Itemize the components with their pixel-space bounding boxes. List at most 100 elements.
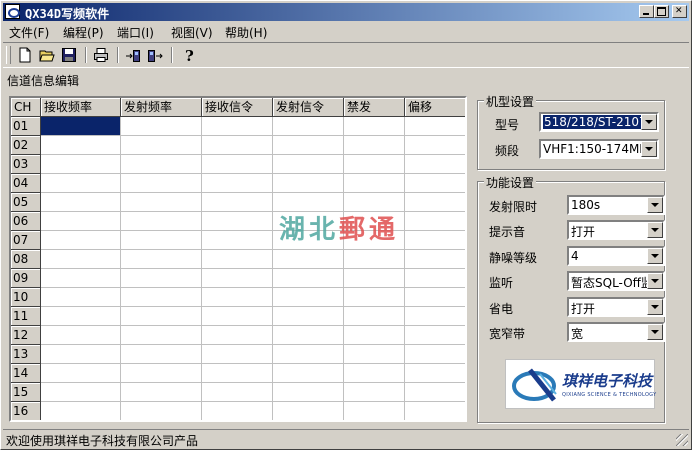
grid-cell[interactable] xyxy=(41,155,121,174)
grid-cell[interactable] xyxy=(202,269,273,288)
function-field-select[interactable]: 打开 xyxy=(567,297,665,317)
grid-cell[interactable] xyxy=(41,288,121,307)
row-header[interactable]: 09 xyxy=(11,269,41,288)
row-header[interactable]: 16 xyxy=(11,402,41,420)
grid-cell[interactable] xyxy=(344,269,405,288)
chevron-down-icon[interactable] xyxy=(647,248,663,264)
grid-cell[interactable] xyxy=(202,326,273,345)
close-button[interactable] xyxy=(672,5,687,18)
grid-cell[interactable] xyxy=(121,402,202,420)
menu-program[interactable]: 编程(P) xyxy=(63,24,104,41)
grid-cell[interactable] xyxy=(202,193,273,212)
row-header[interactable]: 06 xyxy=(11,212,41,231)
grid-cell[interactable] xyxy=(121,193,202,212)
grid-cell[interactable] xyxy=(41,364,121,383)
new-file-icon[interactable] xyxy=(15,46,35,65)
grid-cell[interactable] xyxy=(344,155,405,174)
grid-cell[interactable] xyxy=(41,212,121,231)
grid-cell[interactable] xyxy=(273,117,344,136)
grid-cell[interactable] xyxy=(202,345,273,364)
function-field-select[interactable]: 暂态SQL-Off监 xyxy=(567,271,665,291)
grid-cell[interactable] xyxy=(344,326,405,345)
grid-cell[interactable] xyxy=(405,402,465,420)
grid-cell[interactable] xyxy=(41,402,121,420)
function-field-select[interactable]: 180s xyxy=(567,195,665,215)
grid-cell[interactable] xyxy=(273,250,344,269)
grid-cell[interactable] xyxy=(405,345,465,364)
row-header[interactable]: 04 xyxy=(11,174,41,193)
column-header[interactable]: 发射频率 xyxy=(121,98,202,117)
row-header[interactable]: 08 xyxy=(11,250,41,269)
resize-grip[interactable] xyxy=(676,434,688,446)
function-field-select[interactable]: 4 xyxy=(567,246,665,266)
grid-cell[interactable] xyxy=(41,117,121,136)
grid-cell[interactable] xyxy=(41,345,121,364)
column-header[interactable]: 发射信令 xyxy=(273,98,344,117)
grid-cell[interactable] xyxy=(273,288,344,307)
grid-cell[interactable] xyxy=(121,174,202,193)
column-header[interactable]: 偏移 xyxy=(405,98,465,117)
grid-cell[interactable] xyxy=(344,307,405,326)
grid-cell[interactable] xyxy=(202,364,273,383)
menu-file[interactable]: 文件(F) xyxy=(9,24,49,41)
grid-cell[interactable] xyxy=(202,288,273,307)
grid-cell[interactable] xyxy=(273,307,344,326)
grid-cell[interactable] xyxy=(405,136,465,155)
grid-cell[interactable] xyxy=(273,269,344,288)
chevron-down-icon[interactable] xyxy=(647,273,663,289)
menu-port[interactable]: 端口(I) xyxy=(117,24,154,41)
row-header[interactable]: 10 xyxy=(11,288,41,307)
grid-cell[interactable] xyxy=(344,174,405,193)
grid-cell[interactable] xyxy=(202,136,273,155)
row-header[interactable]: 12 xyxy=(11,326,41,345)
row-header[interactable]: 01 xyxy=(11,117,41,136)
grid-cell[interactable] xyxy=(121,231,202,250)
grid-cell[interactable] xyxy=(405,288,465,307)
grid-cell[interactable] xyxy=(405,174,465,193)
help-icon[interactable]: ? xyxy=(179,46,199,65)
grid-cell[interactable] xyxy=(41,250,121,269)
chevron-down-icon[interactable] xyxy=(647,197,663,213)
grid-cell[interactable] xyxy=(405,269,465,288)
grid-cell[interactable] xyxy=(202,307,273,326)
grid-cell[interactable] xyxy=(273,364,344,383)
column-header[interactable]: 接收信令 xyxy=(202,98,273,117)
grid-cell[interactable] xyxy=(344,364,405,383)
grid-cell[interactable] xyxy=(202,155,273,174)
grid-cell[interactable] xyxy=(121,364,202,383)
grid-cell[interactable] xyxy=(121,345,202,364)
grid-cell[interactable] xyxy=(273,136,344,155)
menu-help[interactable]: 帮助(H) xyxy=(225,24,267,41)
grid-cell[interactable] xyxy=(273,326,344,345)
column-header[interactable]: 接收频率 xyxy=(41,98,121,117)
grid-cell[interactable] xyxy=(202,231,273,250)
grid-cell[interactable] xyxy=(344,288,405,307)
menu-view[interactable]: 视图(V) xyxy=(171,24,213,41)
maximize-button[interactable] xyxy=(654,5,669,18)
row-header[interactable]: 03 xyxy=(11,155,41,174)
grid-cell[interactable] xyxy=(41,307,121,326)
chevron-down-icon[interactable] xyxy=(647,222,663,238)
grid-cell[interactable] xyxy=(41,269,121,288)
read-radio-icon[interactable] xyxy=(123,46,143,65)
grid-cell[interactable] xyxy=(121,326,202,345)
grid-cell[interactable] xyxy=(405,326,465,345)
grid-cell[interactable] xyxy=(121,136,202,155)
app-icon[interactable] xyxy=(5,4,20,19)
function-field-select[interactable]: 宽 xyxy=(567,322,665,342)
grid-cell[interactable] xyxy=(202,212,273,231)
grid-cell[interactable] xyxy=(405,117,465,136)
grid-cell[interactable] xyxy=(121,212,202,231)
grid-cell[interactable] xyxy=(41,136,121,155)
grid-cell[interactable] xyxy=(41,383,121,402)
grid-cell[interactable] xyxy=(202,383,273,402)
grid-cell[interactable] xyxy=(41,326,121,345)
minimize-button[interactable] xyxy=(639,5,654,18)
grid-cell[interactable] xyxy=(273,155,344,174)
row-header[interactable]: 07 xyxy=(11,231,41,250)
grid-cell[interactable] xyxy=(344,250,405,269)
grid-cell[interactable] xyxy=(273,345,344,364)
grid-cell[interactable] xyxy=(344,383,405,402)
grid-cell[interactable] xyxy=(273,402,344,420)
write-radio-icon[interactable] xyxy=(145,46,165,65)
